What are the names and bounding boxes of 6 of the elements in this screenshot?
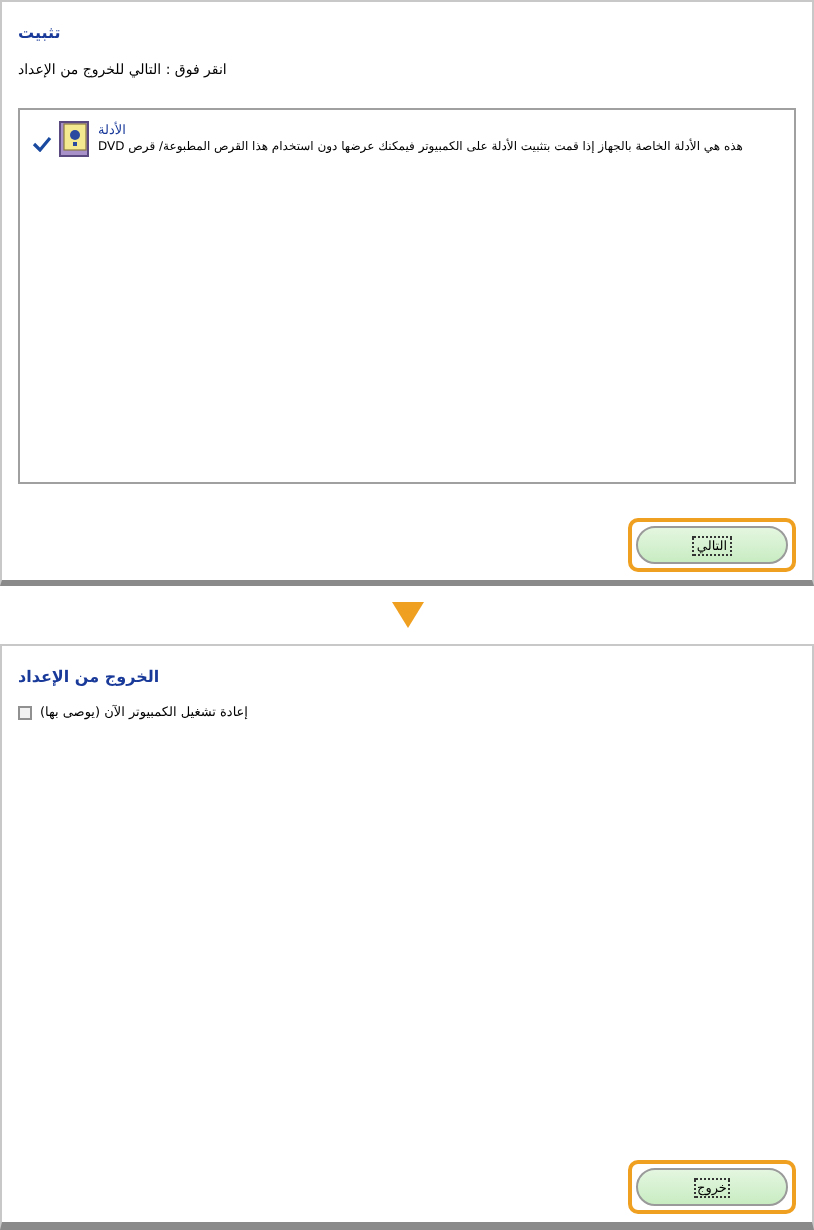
panel-title: تثبيت [18,24,61,42]
checkmark-icon[interactable] [32,136,52,152]
panel-title: الخروج من الإعداد [18,668,160,686]
help-book-icon [58,120,92,158]
restart-checkbox[interactable] [18,705,32,719]
down-arrow-icon [391,602,423,628]
